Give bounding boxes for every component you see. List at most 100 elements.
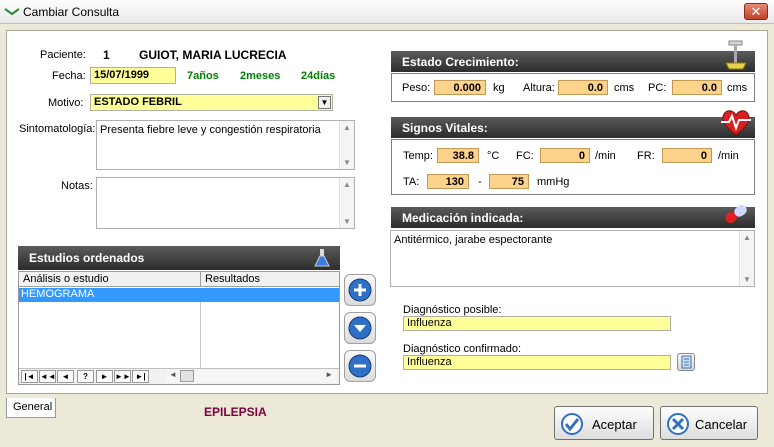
accept-label: Aceptar [592,417,637,432]
notas-textarea[interactable]: ▲ ▼ [96,177,355,229]
flask-icon [314,249,330,267]
crecimiento-header: Estado Crecimiento: [391,40,755,72]
medicacion-text: Antitérmico, jarabe espectorante [394,234,553,246]
check-icon [561,413,583,435]
ta-unit: mmHg [537,176,570,188]
main-panel: Paciente: 1 GUIOT, MARIA LUCRECIA Fecha:… [6,30,768,394]
diagnostico-confirmado-field[interactable]: Influenza [403,355,671,370]
estudios-grid[interactable]: Análisis o estudio Resultados HEMOGRAMA … [18,271,340,385]
patient-id: 1 [103,48,110,62]
date-field[interactable]: 15/07/1999 [90,67,176,84]
peso-unit: kg [493,82,505,94]
patient-label: Paciente: [40,49,86,61]
nav-first-button[interactable]: |◄ [21,370,38,383]
table-cell-estudio: HEMOGRAMA [21,288,95,300]
window-title: Cambiar Consulta [23,5,120,19]
nav-search-button[interactable]: ? [77,370,94,383]
ta-systolic-field[interactable]: 130 [427,174,469,189]
accept-button[interactable]: Aceptar [554,406,654,440]
alert-label: EPILEPSIA [204,405,267,419]
ta-label: TA: [403,176,420,188]
fc-field[interactable]: 0 [540,148,590,163]
nav-prev-page-button[interactable]: ◄◄ [39,370,56,383]
nav-next-page-button[interactable]: ►► [114,370,131,383]
sintomatologia-scrollbar[interactable]: ▲ ▼ [339,121,354,169]
medicacion-header: Medicación indicada: [391,204,755,228]
grid-hscrollbar[interactable]: ◄ ► [167,370,337,383]
close-icon: ✕ [750,4,762,19]
scale-icon [725,40,747,70]
notebook-icon [681,355,692,369]
cancel-label: Cancelar [695,417,748,432]
fr-label: FR: [637,150,655,162]
column-divider [200,272,201,287]
column-divider-body [200,302,201,369]
nav-next-button[interactable]: ► [96,370,113,383]
diagnostico-confirmado-label: Diagnóstico confirmado: [403,343,522,355]
notas-scrollbar[interactable]: ▲ ▼ [339,178,354,228]
plus-icon [348,278,372,302]
pc-label: PC: [648,82,667,94]
motivo-select[interactable]: ESTADO FEBRIL ▼ [90,94,333,111]
diagnostico-posible-label: Diagnóstico posible: [403,304,502,316]
table-row[interactable]: HEMOGRAMA [19,288,339,302]
vitales-header: Signos Vitales: [391,110,755,138]
altura-unit: cms [614,82,635,94]
peso-field[interactable]: 0.000 [434,80,486,95]
sintomatologia-text: Presenta fiebre leve y congestión respir… [100,124,321,136]
add-estudio-button[interactable] [344,274,376,306]
medicacion-scrollbar[interactable]: ▲ ▼ [739,231,754,286]
temp-field[interactable]: 38.8 [437,148,479,163]
tab-general[interactable]: General [6,398,56,418]
arrow-down-icon [348,316,372,340]
column-header-estudio[interactable]: Análisis o estudio [23,273,109,285]
temp-label: Temp: [403,150,433,162]
ta-separator: - [478,176,482,188]
ta-diastolic-field[interactable]: 75 [489,174,529,189]
sintomatologia-textarea[interactable]: Presenta fiebre leve y congestión respir… [96,120,355,170]
remove-estudio-button[interactable] [344,350,376,382]
motivo-label: Motivo: [48,97,84,109]
fr-unit: /min [718,150,739,162]
medicacion-title: Medicación indicada: [402,211,524,225]
altura-field[interactable]: 0.0 [558,80,608,95]
title-bar: Cambiar Consulta ✕ [0,0,774,24]
nav-prev-button[interactable]: ◄ [57,370,74,383]
medicacion-textarea[interactable]: Antitérmico, jarabe espectorante ▲ ▼ [390,230,755,287]
lookup-diagnostico-button[interactable] [677,353,695,371]
altura-label: Altura: [523,82,555,94]
heart-icon [721,110,751,136]
date-label: Fecha: [52,70,86,82]
vitales-box: Temp: 38.8 °C FC: 0 /min FR: 0 /min TA: … [391,139,755,195]
peso-label: Peso: [402,82,431,94]
age-years: 7años [187,70,219,82]
minus-icon [348,354,372,378]
estudios-grid-header: Análisis o estudio Resultados [19,272,339,287]
temp-unit: °C [487,150,500,162]
age-months: 2meses [240,70,281,82]
tab-general-label: General [13,401,53,413]
estudios-title: Estudios ordenados [29,251,145,265]
motivo-value: ESTADO FEBRIL [94,96,182,108]
capsule-icon [725,204,747,224]
fr-field[interactable]: 0 [662,148,712,163]
nav-last-button[interactable]: ►| [132,370,149,383]
notas-label: Notas: [61,180,93,192]
sintomatologia-label: Sintomatología: [19,123,96,135]
pc-field[interactable]: 0.0 [672,80,722,95]
grid-navigator: |◄ ◄◄ ◄ ? ► ►► ►| ◄ ► [19,368,339,384]
patient-name: GUIOT, MARIA LUCRECIA [139,48,287,62]
crecimiento-box: Peso: 0.000 kg Altura: 0.0 cms PC: 0.0 c… [391,73,755,102]
move-down-button[interactable] [344,312,376,344]
estudios-header: Estudios ordenados [18,246,340,270]
chevron-down-icon[interactable]: ▼ [318,96,331,109]
fc-unit: /min [595,150,616,162]
fc-label: FC: [516,150,534,162]
crecimiento-title: Estado Crecimiento: [402,55,519,69]
cancel-button[interactable]: Cancelar [660,406,758,440]
column-header-resultados[interactable]: Resultados [205,273,260,285]
close-button[interactable]: ✕ [744,3,768,20]
vitales-title: Signos Vitales: [402,121,488,135]
cancel-icon [667,413,689,435]
diagnostico-posible-field[interactable]: Influenza [403,316,671,331]
